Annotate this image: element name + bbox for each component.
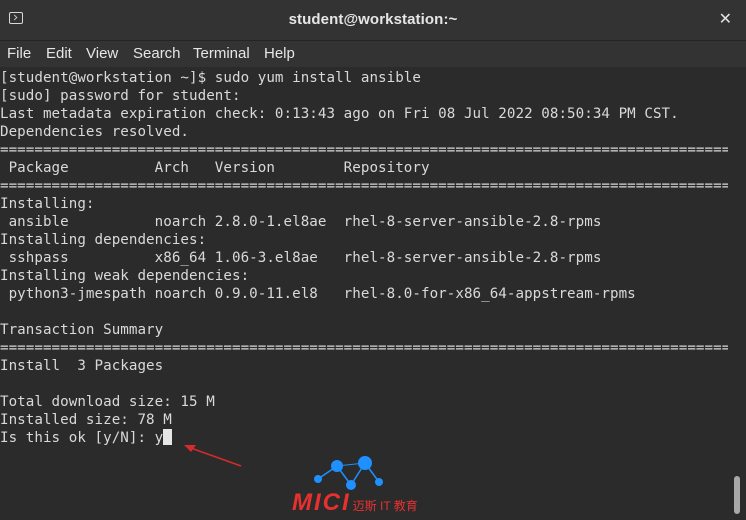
watermark-subtitle: 迈斯 IT 教育 — [352, 499, 418, 513]
arrow-shaft — [187, 446, 242, 467]
watermark-logo: MICI 迈斯 IT 教育 — [292, 455, 462, 517]
red-arrow-annotation — [184, 445, 242, 467]
watermark-brand: MICI — [292, 489, 351, 516]
watermark-text: MICI 迈斯 IT 教育 — [292, 489, 418, 517]
